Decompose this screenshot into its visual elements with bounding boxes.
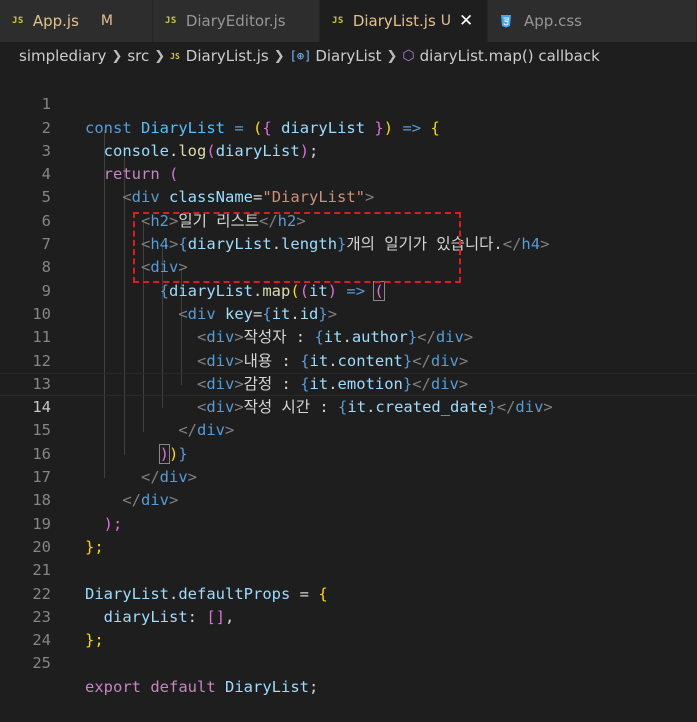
code-line: 1 const DiaryList = ({ diaryList }) => { [0,70,697,136]
code-line: 10 <div>작성자 : {it.author}</div> [0,280,697,346]
chevron-right-icon: ❯ [273,48,285,64]
symbol-variable-icon: [⊕] [289,49,312,63]
tab-status-modified: M [100,13,113,29]
red-dashed-annotation-box [133,212,461,283]
code-line: 13 <div>작성 시간 : {it.created_date}</div> [0,350,697,416]
code-line-current: 14 </div> [0,373,697,439]
code-token: default [150,677,216,696]
code-line: 2 console.log(diaryList); [0,93,697,160]
breadcrumb-item-src[interactable]: src [127,47,149,65]
tab-app-css[interactable]: App.css [488,0,697,42]
breadcrumb-item-folder[interactable]: simplediary [19,47,106,65]
chevron-right-icon: ❯ [386,48,398,64]
code-line: 12 <div>감정 : {it.emotion}</div> [0,326,697,393]
js-file-icon: JS [170,51,180,61]
breadcrumb-item-symbol[interactable]: DiaryList [315,47,381,65]
code-line: 4 <div className="DiaryList"> [0,140,697,206]
css-file-icon [500,14,512,28]
js-file-icon: JS [165,16,177,26]
breadcrumb-item-callback[interactable]: diaryList.map() callback [420,47,600,65]
code-line: 3 return ( [0,117,697,183]
tab-bar: JS App.js M JS DiaryEditor.js JS DiaryLi… [0,0,697,42]
code-editor[interactable]: 1 const DiaryList = ({ diaryList }) => {… [0,70,697,695]
line-number: 25 [32,654,51,673]
code-token: DiaryList [225,677,310,696]
code-line: 21 DiaryList.defaultProps = { [0,536,697,602]
close-icon[interactable]: ✕ [459,11,473,31]
js-file-icon: JS [332,16,344,26]
breadcrumb: simplediary ❯ src ❯ JS DiaryList.js ❯ [⊕… [0,42,697,70]
code-line: 17 </div> [0,443,697,509]
tab-diarylist-js[interactable]: JS DiaryList.js U ✕ [320,0,488,42]
js-file-icon: JS [12,16,24,26]
code-line: 19 }; [0,489,697,556]
code-line: 6 <h4>{diaryList.length}개의 일기가 있습니다.</h4… [0,187,697,253]
code-line: 18 ); [0,466,697,532]
code-line: 20 [0,513,697,556]
code-token: ; [309,677,319,696]
code-line: 11 <div>내용 : {it.content}</div> [0,303,697,369]
tab-label: App.js [32,12,79,30]
chevron-right-icon: ❯ [111,48,123,64]
tab-status-untracked: U [440,13,452,29]
tab-label: App.css [524,12,582,30]
code-line: 24 [0,606,697,649]
code-line: 15 ))} [0,396,697,464]
code-line: 5 <h2>일기 리스트</h2> [0,163,697,229]
tab-label: DiaryList.js [352,12,436,30]
breadcrumb-item-file[interactable]: DiaryList.js [186,47,269,65]
tab-diaryeditor-js[interactable]: JS DiaryEditor.js [153,0,320,42]
chevron-right-icon: ❯ [154,48,166,64]
tab-app-js[interactable]: JS App.js M [0,0,153,42]
symbol-method-icon: ⬡ [402,48,415,64]
code-line: 23 }; [0,583,697,649]
code-line: 25 export default DiaryList; [0,629,697,695]
tab-label: DiaryEditor.js [185,12,286,30]
code-line: 16 </div> [0,420,697,486]
code-token: export [85,677,141,696]
code-line: 22 diaryList: [], [0,559,697,626]
